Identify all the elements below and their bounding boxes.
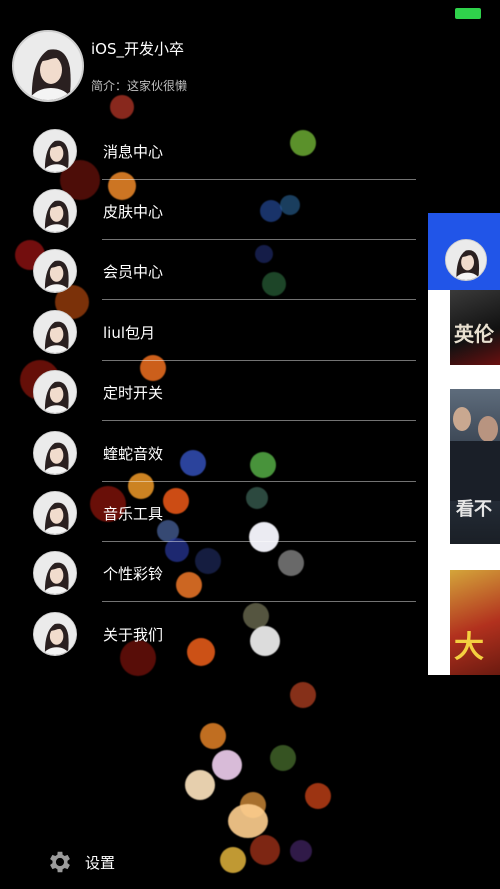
battery-icon [455, 8, 481, 19]
menu-item-timer-switch[interactable]: 定时开关 [0, 370, 420, 430]
divider [102, 299, 416, 300]
poster-thumbnail[interactable]: 看不 [450, 389, 500, 544]
divider [102, 179, 416, 180]
gear-icon [50, 851, 70, 873]
username: iOS_开发小卒 [91, 40, 184, 58]
menu-item-label: 蝰蛇音效 [103, 445, 164, 463]
menu-item-sound-effects[interactable]: 蝰蛇音效 [0, 431, 420, 491]
menu-item-avatar [33, 431, 77, 475]
menu-item-label: 个性彩铃 [103, 565, 164, 583]
menu-item-avatar [33, 249, 77, 293]
menu-item-member-center[interactable]: 会员中心 [0, 249, 420, 309]
menu-item-label: 消息中心 [103, 143, 164, 161]
divider [102, 601, 416, 602]
main-header [428, 213, 500, 290]
menu-item-ringtones[interactable]: 个性彩铃 [0, 551, 420, 611]
poster-title: 英伦 [454, 322, 494, 346]
menu-item-avatar [33, 551, 77, 595]
poster-title: 大 [454, 630, 484, 665]
poster-thumbnail[interactable]: 大 [450, 570, 500, 675]
menu-item-about-us[interactable]: 关于我们 [0, 612, 420, 672]
menu-item-label: 皮肤中心 [103, 203, 164, 221]
menu-item-music-tools[interactable]: 音乐工具 [0, 491, 420, 551]
divider [102, 239, 416, 240]
menu-item-monthly-plan[interactable]: liul包月 [0, 310, 420, 370]
menu-item-label: liul包月 [103, 324, 156, 342]
menu-item-avatar [33, 370, 77, 414]
menu-item-message-center[interactable]: 消息中心 [0, 129, 420, 189]
menu-item-avatar [33, 189, 77, 233]
user-bio: 简介：这家伙很懒 [91, 79, 188, 93]
menu-item-label: 音乐工具 [103, 505, 164, 523]
poster-thumbnail[interactable]: 英伦 [450, 290, 500, 365]
menu-item-avatar [33, 491, 77, 535]
divider [102, 420, 416, 421]
settings-label: 设置 [85, 854, 116, 872]
settings-button[interactable]: 设置 [46, 846, 166, 876]
menu-item-skin-center[interactable]: 皮肤中心 [0, 189, 420, 249]
menu-item-avatar [33, 129, 77, 173]
divider [102, 481, 416, 482]
poster-title: 看不 [456, 499, 492, 520]
divider [102, 360, 416, 361]
divider [102, 541, 416, 542]
menu-item-label: 关于我们 [103, 626, 164, 644]
profile-avatar[interactable] [12, 30, 84, 102]
menu-item-avatar [33, 310, 77, 354]
main-content-preview[interactable]: 英伦 看不 大 [428, 213, 500, 675]
header-avatar[interactable] [445, 239, 487, 281]
menu-item-avatar [33, 612, 77, 656]
menu-item-label: 会员中心 [103, 263, 164, 281]
menu-item-label: 定时开关 [103, 384, 164, 402]
